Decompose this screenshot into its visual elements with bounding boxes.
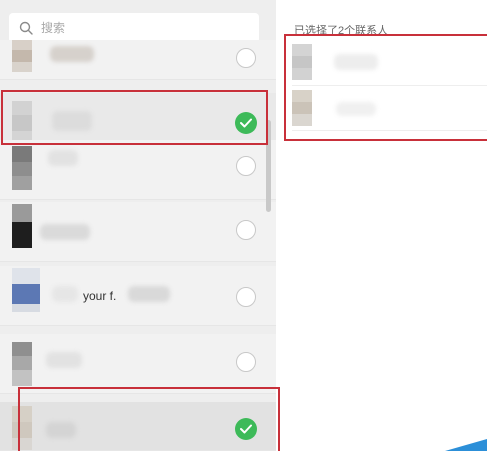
contact-row[interactable] (0, 334, 276, 394)
contact-name: your f. (83, 289, 117, 303)
contact-name-blurred (128, 286, 170, 302)
search-bar[interactable] (9, 13, 259, 43)
avatar (12, 40, 32, 72)
avatar (12, 268, 40, 312)
highlight-box (18, 387, 280, 451)
contact-name-blurred (48, 150, 78, 166)
highlight-box (1, 90, 268, 145)
contact-row[interactable] (0, 202, 276, 262)
contact-row[interactable]: your f. (0, 266, 276, 326)
contact-name-blurred (40, 224, 90, 240)
contact-list-panel: your f. (0, 0, 276, 451)
contact-row[interactable] (0, 40, 276, 80)
select-radio[interactable] (236, 48, 256, 68)
contact-row[interactable] (0, 140, 276, 200)
contact-name-blurred (52, 286, 78, 302)
select-radio[interactable] (236, 220, 256, 240)
contact-name-blurred (50, 46, 94, 62)
select-radio[interactable] (236, 352, 256, 372)
search-input[interactable] (41, 20, 241, 36)
avatar (12, 342, 32, 386)
search-icon (19, 21, 33, 35)
highlight-box (284, 34, 487, 141)
select-radio[interactable] (236, 156, 256, 176)
contact-name-blurred (46, 352, 82, 368)
avatar (12, 146, 32, 190)
contact-picker-window: your f. (0, 0, 487, 451)
avatar (12, 204, 32, 248)
select-radio[interactable] (236, 287, 256, 307)
corner-accent (445, 439, 487, 451)
